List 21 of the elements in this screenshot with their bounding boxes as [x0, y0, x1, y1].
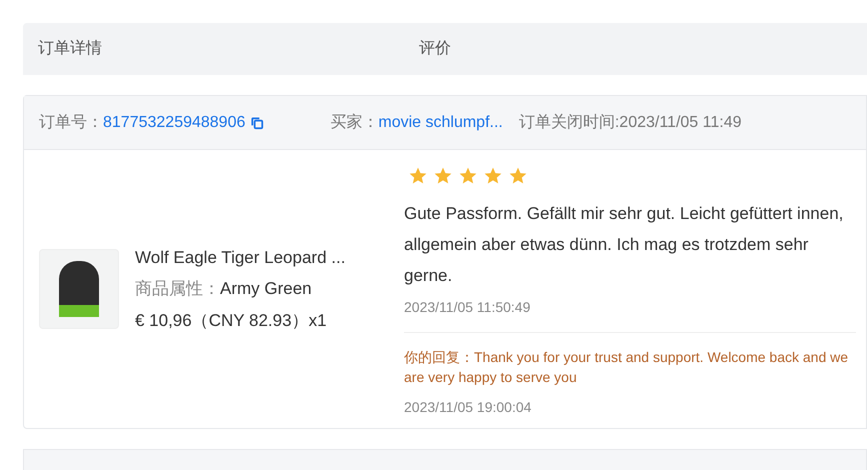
reply-time: 2023/11/05 19:00:04: [404, 398, 532, 417]
star-icon: [408, 166, 428, 186]
attribute-value: Army Green: [220, 278, 312, 300]
star-icon: [458, 166, 478, 186]
attribute-label: 商品属性：: [135, 278, 220, 300]
star-icon: [508, 166, 528, 186]
column-header: 评价: [419, 39, 452, 59]
product-title[interactable]: Wolf Eagle Tiger Leopard ...: [135, 244, 346, 270]
review-time: 2023/11/05 11:50:49: [404, 298, 532, 317]
review-text: Gute Passform. Gefällt mir sehr gut. Leicht gefüttert innen, allgemein aber etwas dünn. Ich mag es trotzdem sehr gerne.: [404, 203, 844, 287]
column-header: 订单详情: [38, 38, 103, 59]
product-price: € 10,96（CNY 82.93）x1: [135, 310, 328, 332]
buyer-label: 买家：: [330, 112, 378, 132]
star-icon: [433, 166, 453, 186]
buyer-link[interactable]: movie schlumpf...: [378, 110, 503, 134]
star-icon: [483, 166, 503, 186]
order-number-label: 订单号：: [39, 112, 103, 132]
order-number-link[interactable]: 8177532259488906: [103, 110, 246, 134]
order-closed-time: 订单关闭时间:2023/11/05 11:49: [518, 112, 742, 132]
copy-icon[interactable]: [250, 116, 264, 130]
seller-reply: 你的回复：Thank you for your trust and support. Welcome back and we are very happy to serve you: [404, 348, 850, 387]
